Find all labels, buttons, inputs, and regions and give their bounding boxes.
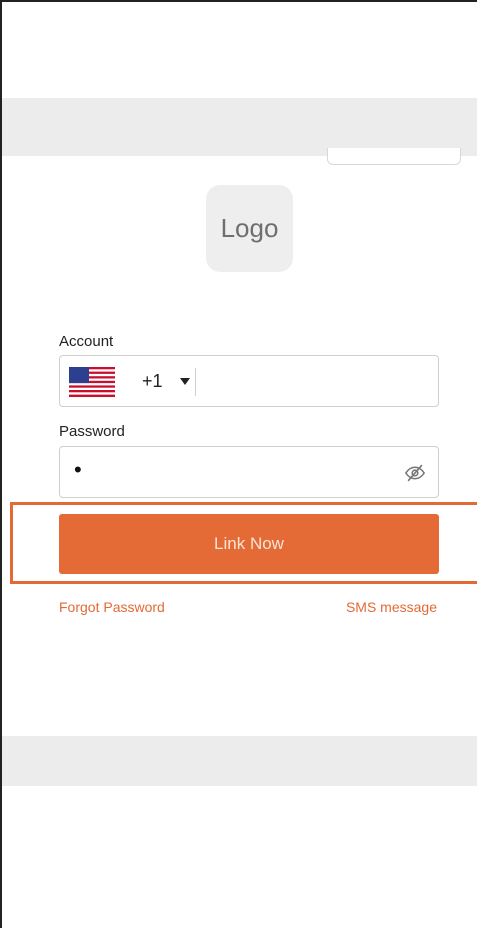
language-selector[interactable]	[327, 148, 461, 165]
input-divider	[195, 368, 196, 396]
account-field: +1	[59, 355, 439, 407]
phone-number-input[interactable]	[202, 364, 431, 400]
link-now-button[interactable]: Link Now	[59, 514, 439, 574]
password-label: Password	[59, 423, 125, 440]
eye-slash-icon[interactable]	[404, 462, 426, 484]
password-value: •	[74, 457, 82, 482]
app-logo: Logo	[206, 185, 293, 272]
logo-text: Logo	[220, 213, 279, 243]
password-field[interactable]: •	[59, 446, 439, 498]
us-flag-icon	[69, 367, 115, 397]
sms-message-link[interactable]: SMS message	[346, 599, 437, 615]
forgot-password-link[interactable]: Forgot Password	[59, 599, 165, 615]
country-code[interactable]: +1	[142, 371, 163, 392]
phone-screen: Logo Account +1 Password • Link Now Forg…	[0, 0, 477, 928]
bottom-gray-band	[2, 736, 477, 786]
chevron-down-icon[interactable]	[180, 378, 190, 385]
account-label: Account	[59, 333, 114, 350]
